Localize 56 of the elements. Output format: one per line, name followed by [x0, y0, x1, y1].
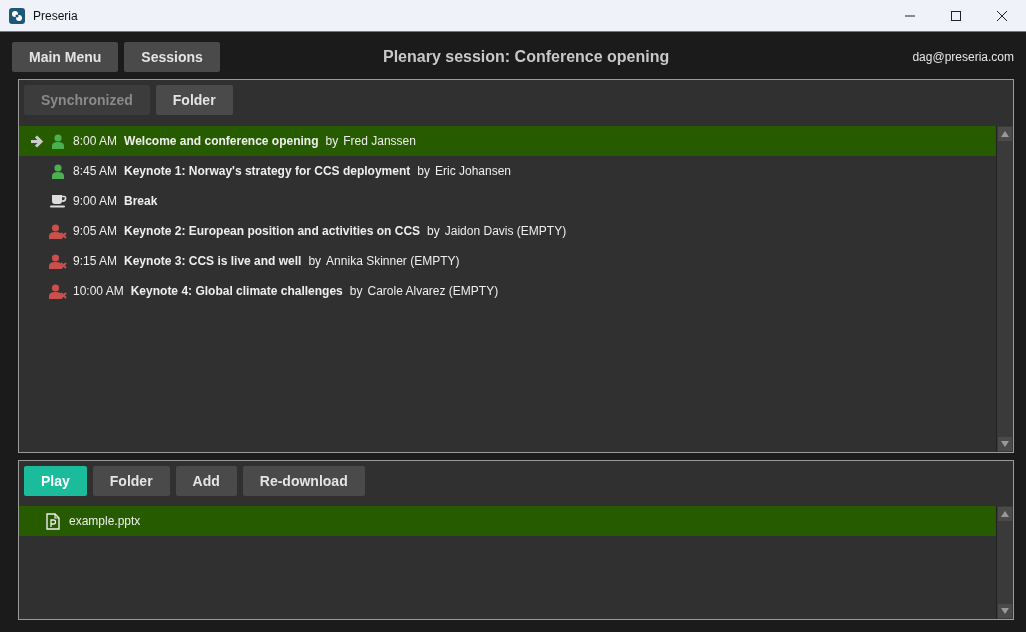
session-name: Break [124, 194, 158, 208]
agenda-row[interactable]: 9:05 AM Keynote 2: European position and activities on CCS by Jaidon Davis (EMPTY) [19, 216, 996, 246]
by-label: by [308, 254, 322, 268]
session-time: 10:00 AM [73, 284, 124, 298]
file-name: example.pptx [69, 514, 141, 528]
person-icon [51, 163, 65, 179]
file-button[interactable]: Add [175, 466, 237, 496]
person-removed-icon [48, 253, 68, 269]
session-name: Keynote 1: Norway's strategy for CCS deployment [124, 164, 411, 178]
speaker-name: Carole Alvarez (EMPTY) [367, 284, 499, 298]
arrow-icon [30, 134, 45, 148]
speaker-name: Eric Johansen [435, 164, 512, 178]
window-title: Preseria [33, 8, 78, 23]
session-name: Welcome and conference opening [124, 134, 319, 148]
session-name: Keynote 4: Global climate challenges [130, 284, 343, 298]
agenda-row[interactable]: 8:45 AM Keynote 1: Norway's strategy for CCS deployment by Eric Johansen [19, 156, 996, 186]
scroll-up-icon[interactable] [998, 507, 1012, 521]
by-label: by [325, 134, 339, 148]
nav-button[interactable]: Main Menu [12, 42, 119, 72]
person-removed-icon [48, 283, 68, 299]
session-name: Keynote 2: European position and activities on CCS [124, 224, 421, 238]
coffee-cup-icon [49, 194, 67, 208]
document-icon [46, 512, 60, 530]
session-time: 8:45 AM [73, 164, 118, 178]
person-icon [51, 133, 65, 149]
agenda-row[interactable]: 9:15 AM Keynote 3: CCS is live and well by Annika Skinner (EMPTY) [19, 246, 996, 276]
file-button[interactable]: Folder [92, 466, 170, 496]
person-removed-icon [48, 223, 68, 239]
close-icon[interactable] [996, 9, 1008, 22]
file-button[interactable]: Re-download [242, 466, 365, 496]
app-logo-icon [9, 7, 25, 24]
session-time: 9:15 AM [73, 254, 118, 268]
speaker-name: Annika Skinner (EMPTY) [326, 254, 460, 268]
file-row[interactable]: example.pptx [19, 506, 996, 536]
agenda-row[interactable]: 8:00 AM Welcome and conference opening by Fred Janssen [19, 126, 996, 156]
session-time: 9:00 AM [73, 194, 118, 208]
session-title: Plenary session: Conference opening [382, 48, 671, 66]
by-label: by [349, 284, 363, 298]
agenda-row[interactable]: 10:00 AM Keynote 4: Global climate challenges by Carole Alvarez (EMPTY) [19, 276, 996, 306]
scroll-up-icon[interactable] [998, 127, 1012, 141]
scrollbar[interactable] [996, 506, 1013, 619]
scrollbar[interactable] [996, 126, 1013, 452]
speaker-name: Jaidon Davis (EMPTY) [444, 224, 567, 238]
by-label: by [427, 224, 440, 238]
scroll-down-icon[interactable] [998, 604, 1012, 618]
session-time: 8:00 AM [73, 134, 118, 148]
by-label: by [417, 164, 430, 178]
scroll-down-icon[interactable] [998, 437, 1012, 451]
session-time: 9:05 AM [73, 224, 118, 238]
agenda-row[interactable]: 9:00 AM Break [19, 186, 996, 216]
nav-button[interactable]: Sessions [124, 42, 220, 72]
tab[interactable]: Folder [155, 85, 233, 115]
user-email: dag@preseria.com [912, 50, 1014, 64]
maximize-icon[interactable] [950, 9, 962, 22]
speaker-name: Fred Janssen [343, 134, 416, 148]
session-name: Keynote 3: CCS is live and well [124, 254, 302, 268]
